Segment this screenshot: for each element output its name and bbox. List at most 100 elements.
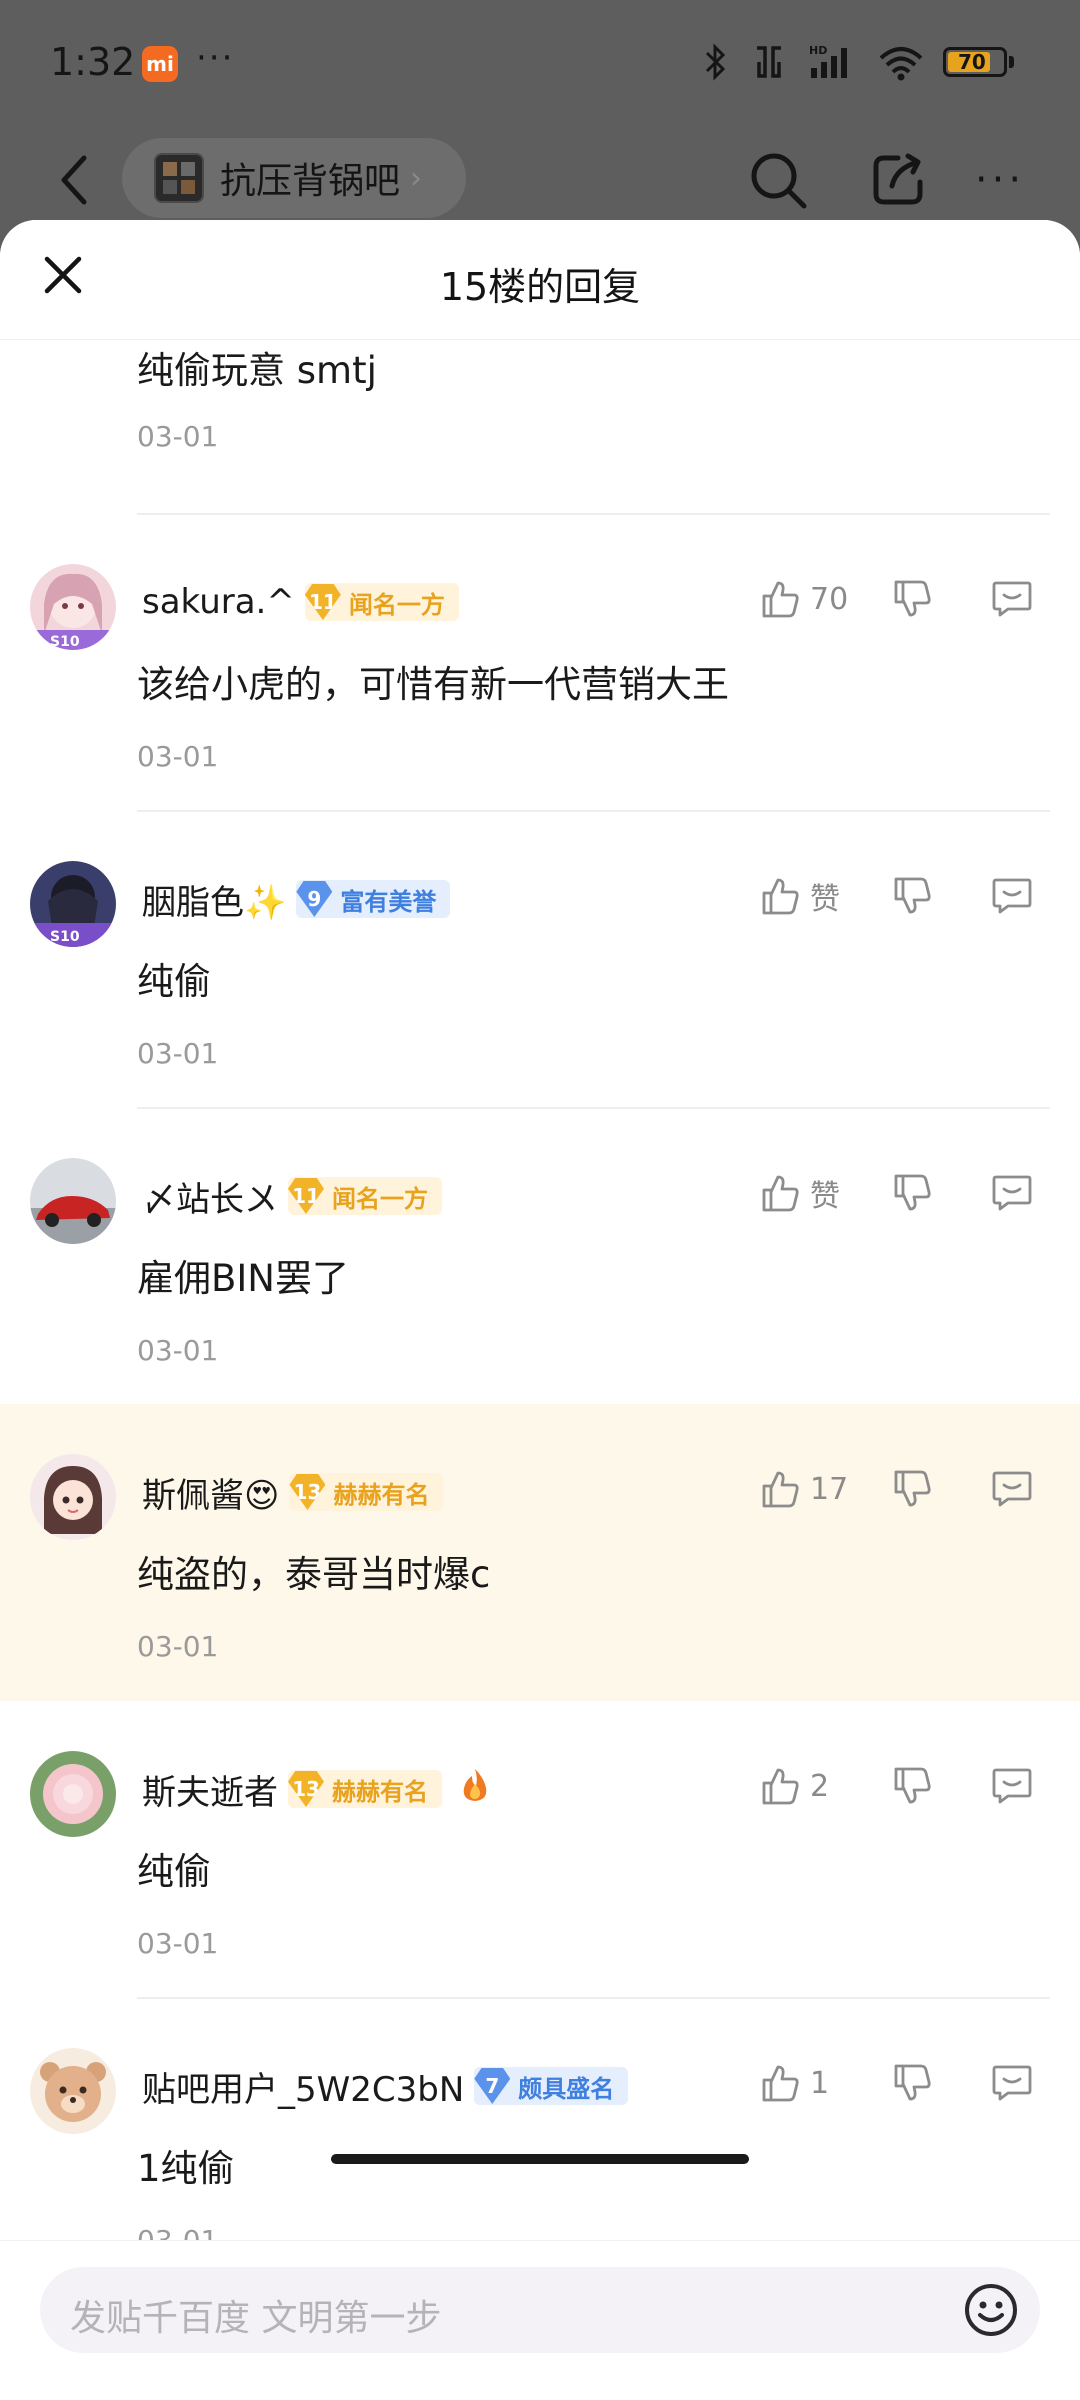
reply-button[interactable] (990, 1761, 1034, 1811)
list-item: S10 胭脂色✨ 9 富有美誉 赞 纯偷 03-01 (0, 811, 1080, 1108)
status-bar: 1:32 mi ··· HD 70 (0, 0, 1080, 130)
bluetooth-icon (705, 43, 726, 81)
reply-text: 雇佣BIN罢了 (137, 1257, 349, 1300)
forum-link[interactable]: 抗压背锅吧 › (122, 138, 466, 218)
reply-list[interactable]: 纯偷玩意 smtj 03-01 S10 sakura.^ 11闻名一方 70 (0, 340, 1080, 2240)
thumbs-up-icon (762, 1768, 799, 1805)
reply-button[interactable] (990, 574, 1034, 624)
like-count: 70 (810, 581, 849, 617)
like-count: 赞 (810, 882, 840, 917)
earbuds-icon (757, 46, 781, 78)
search-button[interactable] (740, 142, 816, 218)
xiaomi-app-icon: mi (142, 46, 178, 82)
like-button[interactable]: 赞 (760, 871, 840, 921)
reply-date: 03-01 (137, 420, 219, 453)
reply-button[interactable] (990, 871, 1034, 921)
comment-icon (992, 2065, 1032, 2101)
comment-icon (992, 1471, 1032, 1507)
thumbs-up-icon (762, 878, 799, 915)
username[interactable]: sakura.^ (142, 582, 295, 622)
forum-name: 抗压背锅吧 (220, 161, 401, 202)
reply-input-placeholder: 发贴千百度 文明第一步 (70, 2298, 442, 2339)
reply-input[interactable]: 发贴千百度 文明第一步 (40, 2267, 1040, 2353)
like-button[interactable]: 赞 (760, 1168, 840, 1218)
list-item: 贴吧用户_5W2C3bN 7颇具盛名 1 1纯偷 03-01 (0, 1998, 1080, 2240)
battery-level: 70 (958, 50, 986, 74)
thumbs-down-icon (894, 580, 931, 617)
avatar[interactable] (30, 1158, 116, 1244)
user-info: 胭脂色✨ 9 富有美誉 (142, 869, 451, 929)
like-button[interactable]: 70 (760, 574, 848, 624)
like-button[interactable]: 1 (760, 2058, 829, 2108)
forum-nav-bar: 抗压背锅吧 › ··· (0, 130, 1080, 230)
list-item: 斯夫逝者 13 赫赫有名 2 纯偷 03-01 (0, 1701, 1080, 1998)
thumbs-down-icon (894, 1470, 931, 1507)
share-icon (873, 153, 923, 205)
reply-date: 03-01 (137, 1630, 219, 1663)
user-info: 斯佩酱😍 13 赫赫有名 (142, 1462, 444, 1522)
like-count: 2 (810, 1768, 830, 1804)
thumbs-up-icon (762, 2065, 799, 2102)
username[interactable]: 胭脂色✨ (142, 875, 286, 924)
sheet-title: 15楼的回复 (439, 265, 641, 309)
more-menu-button[interactable]: ··· (962, 142, 1038, 218)
user-info: sakura.^ 11 闻名一方 (142, 572, 459, 632)
reply-text: 纯偷玩意 smtj (137, 349, 377, 392)
thumbs-down-icon (894, 877, 931, 914)
emoji-button[interactable] (962, 2281, 1020, 2339)
reply-button[interactable] (990, 1168, 1034, 1218)
reply-button[interactable] (990, 2058, 1034, 2108)
reply-date: 03-01 (137, 740, 219, 773)
level-badge: 13 赫赫有名 (288, 1770, 442, 1808)
share-button[interactable] (860, 142, 936, 218)
emoji-icon (965, 2284, 1017, 2336)
forum-avatar (154, 153, 204, 203)
avatar[interactable] (30, 1454, 116, 1540)
dislike-button[interactable] (892, 1464, 934, 1514)
list-item: 〆站长〤 11 闻名一方 赞 雇佣BIN罢了 03-01 (0, 1108, 1080, 1405)
reply-input-bar: 发贴千百度 文明第一步 (0, 2240, 1080, 2400)
user-info: 贴吧用户_5W2C3bN 7 颇具盛名 (142, 2056, 629, 2116)
thumbs-down-icon (894, 1174, 931, 1211)
chevron-left-icon (61, 155, 87, 205)
level-badge: 11 闻名一方 (304, 583, 459, 621)
svg-text:HD: HD (809, 44, 827, 57)
username[interactable]: 贴吧用户_5W2C3bN (142, 2062, 464, 2111)
reply-text: 1纯偷 (137, 2147, 235, 2190)
like-button[interactable]: 2 (760, 1761, 829, 1811)
reply-text: 纯偷 (137, 960, 211, 1003)
user-info: 〆站长〤 11 闻名一方 (142, 1166, 442, 1226)
svg-text:S10: S10 (50, 929, 80, 945)
reply-date: 03-01 (137, 2224, 218, 2240)
reply-date: 03-01 (137, 1334, 219, 1367)
back-button[interactable] (44, 140, 104, 220)
dislike-button[interactable] (892, 2058, 934, 2108)
thumbs-down-icon (894, 1767, 931, 1804)
dislike-button[interactable] (892, 1761, 934, 1811)
like-button[interactable]: 17 (760, 1464, 848, 1514)
reply-date: 03-01 (137, 1037, 219, 1070)
sheet-header: 15楼的回复 (0, 220, 1080, 340)
reply-button[interactable] (990, 1464, 1034, 1514)
avatar[interactable] (30, 2048, 116, 2134)
like-count: 17 (810, 1471, 849, 1507)
comment-icon (992, 1175, 1032, 1211)
home-indicator[interactable] (331, 2154, 749, 2164)
status-time: 1:32 (50, 40, 136, 84)
dislike-button[interactable] (892, 871, 934, 921)
avatar[interactable]: S10 (30, 861, 116, 947)
notification-dots: ··· (196, 38, 235, 78)
reply-text: 纯偷 (137, 1850, 211, 1893)
fire-icon (456, 1766, 494, 1813)
list-item: S10 sakura.^ 11 闻名一方 70 该给小虎的，可惜有新一代营销大王 … (0, 514, 1080, 811)
dislike-button[interactable] (892, 574, 934, 624)
avatar[interactable]: S10 (30, 564, 116, 650)
reply-text: 纯盗的，泰哥当时爆c (137, 1553, 491, 1596)
username[interactable]: 〆站长〤 (142, 1172, 278, 1221)
dislike-button[interactable] (892, 1168, 934, 1218)
cellular-signal-icon: HD (809, 44, 847, 78)
username[interactable]: 斯夫逝者 (142, 1765, 278, 1814)
username[interactable]: 斯佩酱😍 (142, 1468, 279, 1517)
avatar[interactable] (30, 1751, 116, 1837)
like-count: 1 (810, 2065, 830, 2101)
